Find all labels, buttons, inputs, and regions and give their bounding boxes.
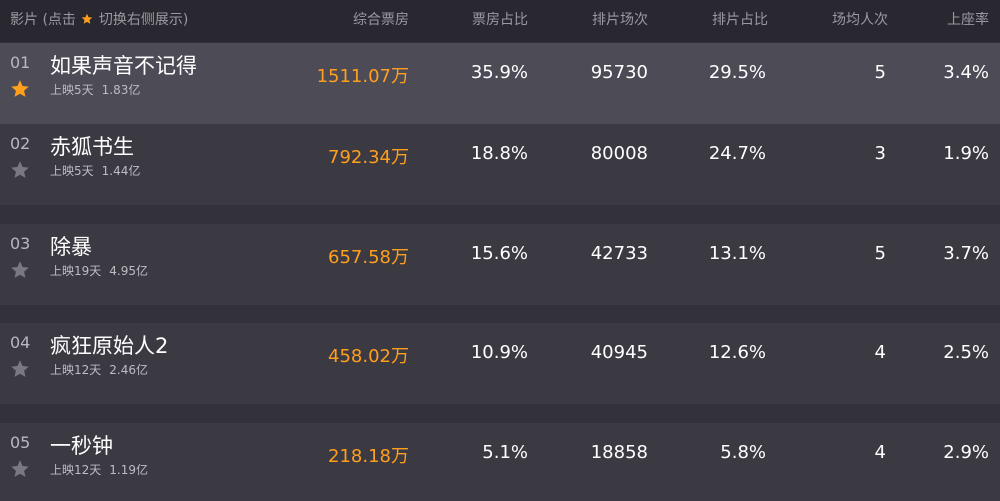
header-shows[interactable]: 排片场次 — [592, 0, 648, 42]
show-share: 12.6% — [708, 342, 766, 363]
star-icon[interactable] — [10, 79, 30, 99]
header-total[interactable]: 综合票房 — [353, 0, 409, 42]
rank-number: 02 — [10, 134, 31, 153]
film-title[interactable]: 疯狂原始人2 — [50, 330, 168, 360]
film-title[interactable]: 赤狐书生 — [50, 131, 134, 161]
release-days: 上映12天 — [50, 363, 102, 377]
avg-attendance: 5 — [874, 243, 886, 264]
show-share: 29.5% — [708, 62, 766, 83]
box-office-share: 10.9% — [470, 342, 528, 363]
release-days: 上映5天 — [50, 164, 94, 178]
film-title[interactable]: 除暴 — [50, 231, 92, 261]
header-show-share[interactable]: 排片占比 — [712, 0, 768, 42]
star-icon[interactable] — [10, 359, 30, 379]
release-days: 上映19天 — [50, 264, 102, 278]
show-share: 13.1% — [708, 243, 766, 264]
header-film-label: 影片 (点击 — [10, 12, 76, 28]
total-box-office: 657.58万 — [328, 247, 409, 268]
film-meta: 上映5天 1.83亿 — [50, 81, 140, 98]
show-count: 95730 — [590, 62, 648, 83]
film-title[interactable]: 一秒钟 — [50, 430, 113, 460]
box-office-share: 5.1% — [482, 442, 528, 463]
cumulative-box-office: 1.44亿 — [101, 164, 141, 178]
rank-number: 03 — [10, 234, 31, 253]
avg-attendance: 3 — [874, 143, 886, 164]
cumulative-box-office: 1.19亿 — [109, 463, 149, 477]
total-box-office: 218.18万 — [328, 446, 409, 467]
occupancy-rate: 3.4% — [943, 62, 989, 83]
total-box-office: 458.02万 — [328, 346, 409, 367]
table-row[interactable]: 03 除暴 上映19天 4.95亿 657.58万 15.6% 42733 13.… — [0, 224, 1000, 305]
total-box-office: 1511.07万 — [316, 66, 409, 87]
box-office-table: 影片 (点击 切换右侧展示) 综合票房 票房占比 排片场次 排片占比 场均人次 … — [0, 0, 1000, 501]
show-count: 42733 — [590, 243, 648, 264]
table-header: 影片 (点击 切换右侧展示) 综合票房 票房占比 排片场次 排片占比 场均人次 … — [0, 0, 1000, 42]
show-count: 18858 — [590, 442, 648, 463]
table-row[interactable]: 05 一秒钟 上映12天 1.19亿 218.18万 5.1% 18858 5.8… — [0, 423, 1000, 501]
show-count: 80008 — [590, 143, 648, 164]
cumulative-box-office: 4.95亿 — [109, 264, 149, 278]
show-count: 40945 — [590, 342, 648, 363]
header-avg[interactable]: 场均人次 — [832, 0, 888, 42]
star-icon[interactable] — [10, 459, 30, 479]
film-meta: 上映5天 1.44亿 — [50, 162, 140, 179]
film-title[interactable]: 如果声音不记得 — [50, 50, 197, 80]
star-icon[interactable] — [10, 160, 30, 180]
cumulative-box-office: 2.46亿 — [109, 363, 149, 377]
table-row[interactable]: 02 赤狐书生 上映5天 1.44亿 792.34万 18.8% 80008 24… — [0, 124, 1000, 205]
header-share[interactable]: 票房占比 — [472, 0, 528, 42]
rank-number: 01 — [10, 53, 31, 72]
rank-number: 05 — [10, 433, 31, 452]
table-row[interactable]: 04 疯狂原始人2 上映12天 2.46亿 458.02万 10.9% 40945… — [0, 323, 1000, 404]
avg-attendance: 4 — [874, 342, 886, 363]
star-icon[interactable] — [10, 260, 30, 280]
film-meta: 上映12天 2.46亿 — [50, 361, 148, 378]
box-office-share: 15.6% — [470, 243, 528, 264]
box-office-share: 35.9% — [470, 62, 528, 83]
rank-number: 04 — [10, 333, 31, 352]
show-share: 24.7% — [708, 143, 766, 164]
header-occupancy[interactable]: 上座率 — [947, 0, 989, 42]
header-film: 影片 (点击 切换右侧展示) — [10, 0, 188, 42]
cumulative-box-office: 1.83亿 — [101, 83, 141, 97]
box-office-share: 18.8% — [470, 143, 528, 164]
occupancy-rate: 2.9% — [943, 442, 989, 463]
occupancy-rate: 1.9% — [943, 143, 989, 164]
total-box-office: 792.34万 — [328, 147, 409, 168]
release-days: 上映5天 — [50, 83, 94, 97]
film-meta: 上映12天 1.19亿 — [50, 461, 148, 478]
avg-attendance: 4 — [874, 442, 886, 463]
show-share: 5.8% — [720, 442, 766, 463]
occupancy-rate: 3.7% — [943, 243, 989, 264]
table-row[interactable]: 01 如果声音不记得 上映5天 1.83亿 1511.07万 35.9% 9573… — [0, 43, 1000, 124]
film-meta: 上映19天 4.95亿 — [50, 262, 148, 279]
avg-attendance: 5 — [874, 62, 886, 83]
header-film-hint: 切换右侧展示) — [98, 12, 189, 28]
release-days: 上映12天 — [50, 463, 102, 477]
occupancy-rate: 2.5% — [943, 342, 989, 363]
star-icon — [82, 13, 93, 24]
